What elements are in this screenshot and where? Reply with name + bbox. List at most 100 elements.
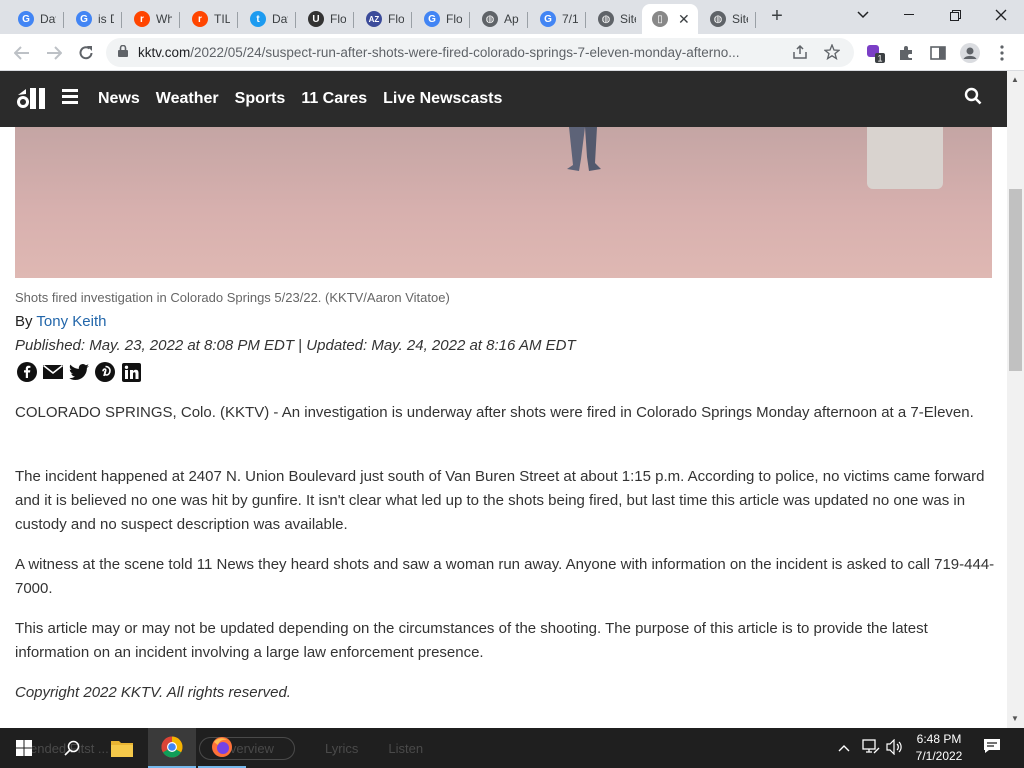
browser-tab[interactable]: ▯ ✕ (642, 4, 698, 34)
tab-separator (295, 12, 296, 28)
concrete-post-graphic (867, 127, 943, 189)
extension-badge-icon[interactable]: 1 (866, 43, 886, 63)
nav-item-11-cares[interactable]: 11 Cares (301, 90, 367, 108)
chrome-menu-icon[interactable] (992, 43, 1012, 63)
twitter-icon[interactable] (69, 362, 89, 382)
close-window-button[interactable] (978, 0, 1024, 30)
facebook-icon[interactable] (17, 362, 37, 382)
windows-taskbar: ended Fitst ... Overview Lyrics Listen 6… (0, 728, 1024, 768)
page-scrollbar[interactable]: ▲ ▼ (1007, 71, 1024, 728)
browser-tab[interactable]: r TIL (182, 4, 238, 34)
forward-button[interactable] (41, 40, 67, 66)
notifications-icon[interactable] (982, 738, 1002, 758)
browser-tab[interactable]: U Flo (298, 4, 354, 34)
scroll-thumb[interactable] (1009, 189, 1022, 371)
updated-date: Updated: May. 24, 2022 at 8:16 AM EDT (306, 337, 576, 354)
linkedin-icon[interactable] (121, 362, 141, 382)
byline-prefix: By (15, 313, 37, 330)
pinterest-icon[interactable] (95, 362, 115, 382)
tab-title: Flo (388, 12, 404, 26)
az-icon: AZ (366, 11, 382, 27)
kktv-icon: ▯ (652, 11, 668, 27)
browser-tab[interactable]: Gis D (66, 4, 122, 34)
globe-icon: ◍ (482, 11, 498, 27)
email-icon[interactable] (43, 362, 63, 382)
share-bar (17, 362, 141, 382)
date-separator: | (298, 337, 303, 354)
tray-chevron-up-icon[interactable] (838, 739, 850, 755)
copyright-notice: Copyright 2022 KKTV. All rights reserved… (15, 684, 291, 701)
tab-separator (121, 12, 122, 28)
close-tab-icon[interactable]: ✕ (678, 11, 690, 28)
taskbar-clock[interactable]: 6:48 PM 7/1/2022 (906, 731, 972, 765)
side-panel-icon[interactable] (928, 43, 948, 63)
tab-separator (353, 12, 354, 28)
google-icon: G (540, 11, 556, 27)
globe-icon: ◍ (598, 11, 614, 27)
browser-tab[interactable]: G 7/1 (530, 4, 586, 34)
lock-icon[interactable] (118, 44, 128, 60)
share-page-icon[interactable] (792, 44, 808, 64)
profile-avatar-icon[interactable] (960, 43, 980, 63)
browser-tab[interactable]: ◍ Site (588, 4, 644, 34)
bookmark-star-icon[interactable] (823, 43, 841, 64)
nav-item-live-newscasts[interactable]: Live Newscasts (383, 90, 502, 108)
site-search-icon[interactable] (964, 87, 982, 110)
tab-separator (237, 12, 238, 28)
globe-icon: ◍ (710, 11, 726, 27)
tab-title: Ap (504, 12, 519, 26)
clock-time: 6:48 PM (916, 732, 962, 746)
tab-separator (527, 12, 528, 28)
tab-separator (63, 12, 64, 28)
network-icon[interactable] (862, 739, 880, 758)
browser-tab[interactable]: ◍ Ap (472, 4, 528, 34)
chrome-taskbar-icon[interactable] (148, 728, 196, 768)
menu-hamburger-icon[interactable] (62, 89, 78, 105)
restore-button[interactable] (932, 0, 978, 30)
ghost-text: Listen (388, 740, 424, 756)
taskbar-search-icon[interactable] (48, 728, 96, 768)
byline: By Tony Keith (15, 313, 106, 330)
tab-search-button[interactable] (840, 0, 886, 30)
file-explorer-icon[interactable] (98, 728, 146, 768)
scroll-down-arrow-icon[interactable]: ▼ (1011, 714, 1019, 723)
tab-title: Dav (272, 12, 288, 26)
reload-button[interactable] (73, 40, 99, 66)
primary-nav: News Weather Sports 11 Cares Live Newscasts (98, 90, 502, 108)
browser-tab[interactable]: r Wh (124, 4, 180, 34)
browser-tab[interactable]: ◍ Site (700, 4, 756, 34)
firefox-taskbar-icon[interactable] (198, 728, 246, 768)
nav-item-news[interactable]: News (98, 90, 140, 108)
browser-tab[interactable]: AZ Flo (356, 4, 412, 34)
new-tab-button[interactable]: + (766, 6, 788, 28)
extensions-puzzle-icon[interactable] (896, 43, 916, 63)
tab-title: is D (98, 12, 114, 26)
author-link[interactable]: Tony Keith (36, 313, 106, 330)
google-icon: G (424, 11, 440, 27)
reddit-icon: r (134, 11, 150, 27)
browser-tab[interactable]: G Flo (414, 4, 470, 34)
browser-tab[interactable]: t Dav (240, 4, 296, 34)
article-photo (15, 127, 992, 278)
svg-text:1: 1 (877, 54, 882, 64)
nav-item-sports[interactable]: Sports (235, 90, 286, 108)
published-date: Published: May. 23, 2022 at 8:08 PM EDT (15, 337, 295, 354)
kktv-logo[interactable] (16, 85, 48, 113)
tab-separator (469, 12, 470, 28)
browser-tab[interactable]: G Dav (8, 4, 64, 34)
windows-start-icon[interactable] (0, 728, 48, 768)
nav-item-weather[interactable]: Weather (156, 90, 219, 108)
tab-title: 7/1 (562, 12, 578, 26)
address-bar[interactable]: kktv.com/2022/05/24/suspect-run-after-sh… (106, 38, 854, 67)
tab-separator (585, 12, 586, 28)
volume-icon[interactable] (886, 738, 904, 758)
twitter-icon: t (250, 11, 266, 27)
back-button[interactable] (9, 40, 35, 66)
url-host: kktv.com (138, 45, 191, 60)
tab-title: Wh (156, 12, 172, 26)
article-paragraph: The incident happened at 2407 N. Union B… (15, 468, 985, 533)
minimize-button[interactable] (886, 0, 932, 30)
url-text[interactable]: kktv.com/2022/05/24/suspect-run-after-sh… (138, 45, 778, 60)
scroll-up-arrow-icon[interactable]: ▲ (1011, 75, 1019, 84)
google-icon: G (18, 11, 34, 27)
